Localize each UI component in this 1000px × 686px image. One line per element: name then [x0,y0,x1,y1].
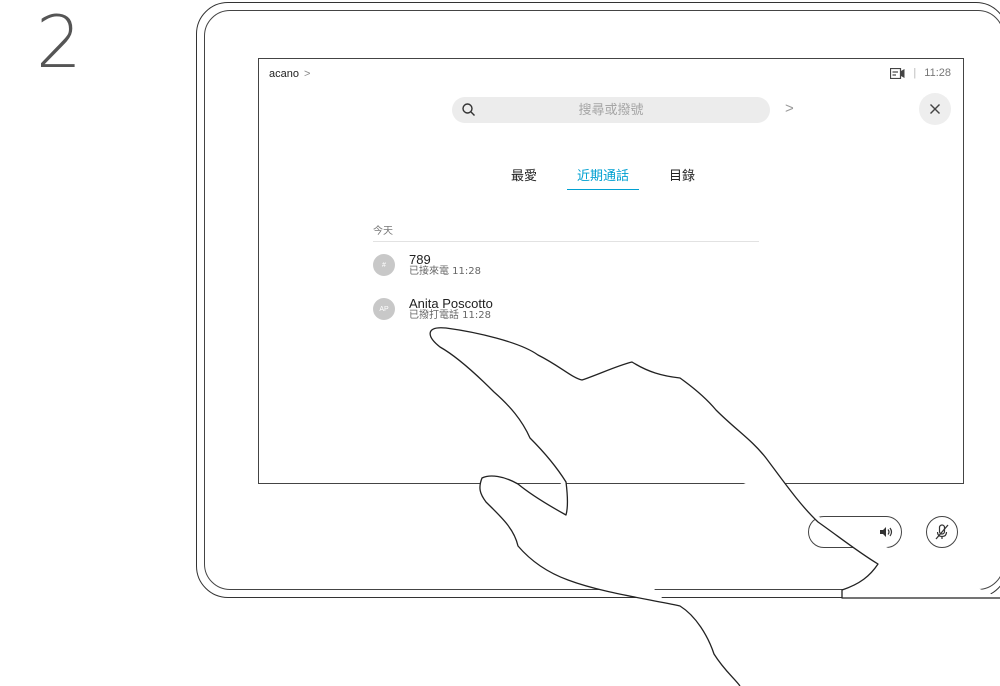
mute-button[interactable] [926,516,958,548]
breadcrumb-chevron-icon: > [304,68,311,80]
avatar: # [373,254,395,276]
tab-bar: 最愛 近期通話 目錄 [511,165,695,190]
recent-call-detail: 已接來電 11:28 [409,266,481,277]
status-separator: | [913,67,917,79]
recent-call-item[interactable]: # 789 已接來電 11:28 [373,253,481,277]
video-self-view-icon[interactable] [890,67,905,79]
search-input[interactable] [452,101,770,119]
avatar: AP [373,298,395,320]
recent-call-detail: 已撥打電話 11:28 [409,310,491,321]
search-bar[interactable] [452,97,770,123]
recent-call-name: 789 [409,252,431,267]
search-icon [462,103,475,116]
close-icon [930,104,940,114]
recent-call-item[interactable]: AP Anita Poscotto 已撥打電話 11:28 [373,297,493,321]
microphone-mute-icon [935,524,949,540]
clock: 11:28 [924,67,951,79]
tab-directory[interactable]: 目錄 [669,165,695,190]
recent-call-text: 789 已接來電 11:28 [409,253,481,277]
tab-favorites[interactable]: 最愛 [511,165,537,190]
breadcrumb-label: acano [269,68,299,80]
recent-call-name: Anita Poscotto [409,296,493,311]
speaker-volume-icon[interactable] [876,522,896,542]
section-header-today: 今天 [373,222,759,242]
recent-call-text: Anita Poscotto 已撥打電話 11:28 [409,297,493,321]
close-button[interactable] [919,93,951,125]
breadcrumb[interactable]: acano > [269,68,310,80]
tab-recents[interactable]: 近期通話 [567,165,640,190]
search-go-chevron-icon[interactable]: > [785,100,794,117]
touch-screen: acano > | 11:28 > 最愛 近期通話 目錄 今天 # [258,58,964,484]
step-number: 2 [36,0,82,84]
status-area: | 11:28 [890,67,951,79]
